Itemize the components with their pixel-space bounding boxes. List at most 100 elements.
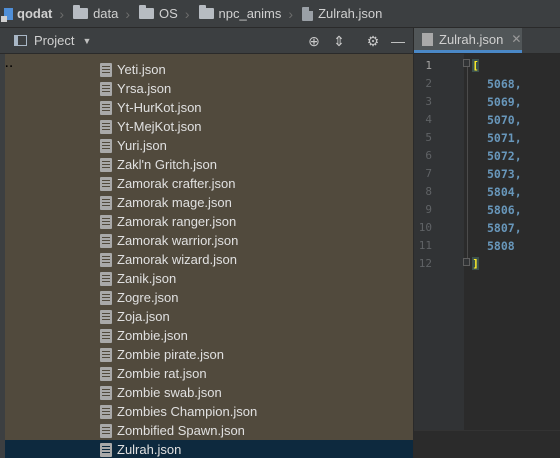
line-number: 4	[425, 113, 432, 126]
breadcrumb-label: npc_anims	[218, 6, 282, 21]
tree-item[interactable]: Zamorak mage.json	[5, 193, 413, 212]
line-number: 1	[425, 59, 432, 72]
breadcrumb-item-file[interactable]: Zulrah.json	[300, 6, 384, 21]
close-icon[interactable]: ✕	[511, 32, 521, 46]
tree-item[interactable]: Zakl'n Gritch.json	[5, 155, 413, 174]
tree-item[interactable]: Zombie swab.json	[5, 383, 413, 402]
tree-item-label: Zakl'n Gritch.json	[117, 157, 218, 172]
json-file-icon	[422, 32, 433, 46]
tree-item[interactable]: Zamorak wizard.json	[5, 250, 413, 269]
breadcrumb-item-data[interactable]: data	[71, 5, 120, 21]
code-editor[interactable]: 1 2 3 4 5 6 7 8 9 10 11 12 5068, 5069, 5070, 5071, 5072,…	[414, 54, 560, 430]
tree-item-label: Zombie.json	[117, 328, 188, 343]
tree-item[interactable]: Yuri.json	[5, 136, 413, 155]
code-value: 5804,	[487, 185, 522, 199]
tree-item-label: Zombie swab.json	[117, 385, 222, 400]
breadcrumb-label: OS	[159, 6, 178, 21]
tree-item[interactable]: Zombie pirate.json	[5, 345, 413, 364]
collapse-icon[interactable]: ⇕	[328, 28, 350, 54]
fold-close-icon[interactable]	[463, 258, 470, 266]
tree-item[interactable]: Zombified Spawn.json	[5, 421, 413, 440]
breadcrumb-item-npc-anims[interactable]: npc_anims	[197, 5, 284, 21]
tab-zulrah-json[interactable]: Zulrah.json ✕	[414, 28, 522, 53]
project-tree[interactable]: ... Yeti.json Yrsa.json Yt-HurKot.json Yt-M…	[0, 54, 413, 458]
project-icon	[14, 35, 27, 46]
tree-item[interactable]: Zulrah.json	[5, 440, 413, 458]
line-number: 12	[418, 257, 432, 270]
line-number: 7	[425, 167, 432, 180]
crosshair-icon[interactable]: ⊕	[303, 28, 325, 54]
line-number: 3	[425, 95, 432, 108]
json-file-icon	[100, 100, 112, 115]
tree-item[interactable]: Zanik.json	[5, 269, 413, 288]
line-number: 5	[425, 131, 432, 144]
tab-label: Zulrah.json	[439, 31, 504, 47]
editor-tab-bar: Zulrah.json ✕	[414, 28, 560, 54]
json-file-icon	[100, 233, 112, 248]
project-root-icon	[1, 7, 13, 22]
chevron-right-icon: ›	[184, 5, 190, 22]
folder-icon	[139, 5, 155, 19]
json-file-icon	[100, 119, 112, 134]
code-value: 5071,	[487, 131, 522, 145]
tree-item-label: Yrsa.json	[117, 81, 172, 96]
json-file-icon	[100, 290, 112, 305]
json-file-icon	[100, 442, 112, 457]
json-file-icon	[100, 138, 112, 153]
tree-item[interactable]: Yt-HurKot.json	[5, 98, 413, 117]
tree-item[interactable]: Zombie.json	[5, 326, 413, 345]
gear-icon[interactable]: ⚙	[362, 28, 384, 54]
chevron-down-icon[interactable]: ▼	[82, 36, 91, 46]
close-bracket: ]	[472, 257, 479, 270]
json-file-icon	[100, 404, 112, 419]
line-number: 2	[425, 77, 432, 90]
line-number: 11	[418, 239, 432, 252]
tree-item-label: Zombified Spawn.json	[117, 423, 245, 438]
minimize-icon[interactable]: —	[387, 28, 409, 54]
tree-item[interactable]: Zamorak warrior.json	[5, 231, 413, 250]
json-file-icon	[100, 309, 112, 324]
tree-item-label: Zamorak wizard.json	[117, 252, 237, 267]
fold-open-icon[interactable]	[463, 59, 470, 67]
project-panel-header: Project ▼ ⊕ ⇕ ⚙ —	[0, 28, 413, 54]
code-value: 5806,	[487, 203, 522, 217]
tree-item[interactable]: Yeti.json	[5, 60, 413, 79]
tree-item[interactable]: Zogre.json	[5, 288, 413, 307]
tree-item[interactable]: Zamorak ranger.json	[5, 212, 413, 231]
tree-item-label: Yt-HurKot.json	[117, 100, 202, 115]
code-value: 5807,	[487, 221, 522, 235]
tree-item[interactable]: Yt-MejKot.json	[5, 117, 413, 136]
line-number: 8	[425, 185, 432, 198]
tree-item[interactable]: Zombies Champion.json	[5, 402, 413, 421]
json-file-icon	[100, 328, 112, 343]
project-view-selector[interactable]: Project	[34, 33, 74, 48]
json-file-icon	[100, 176, 112, 191]
open-bracket: [	[472, 59, 479, 72]
json-file-icon	[100, 366, 112, 381]
json-file-icon	[100, 195, 112, 210]
code-value: 5072,	[487, 149, 522, 163]
breadcrumb-root[interactable]: qodat	[0, 6, 54, 22]
line-number: 6	[425, 149, 432, 162]
json-file-icon	[100, 347, 112, 362]
tree-item-label: Zanik.json	[117, 271, 177, 286]
chevron-right-icon: ›	[59, 5, 65, 22]
json-file-icon	[100, 214, 112, 229]
code-value: 5068,	[487, 77, 522, 91]
tree-item-label: Zombie rat.json	[117, 366, 207, 381]
folder-icon	[73, 5, 89, 19]
chevron-right-icon: ›	[125, 5, 131, 22]
breadcrumb-item-os[interactable]: OS	[137, 5, 180, 21]
code-value: 5073,	[487, 167, 522, 181]
json-file-icon	[302, 6, 314, 21]
editor-bottom-area	[414, 430, 560, 458]
tree-item[interactable]: Zamorak crafter.json	[5, 174, 413, 193]
tree-item-label: Yuri.json	[117, 138, 167, 153]
chevron-right-icon: ›	[288, 5, 294, 22]
tree-item-label: Zombie pirate.json	[117, 347, 224, 362]
tree-item-label: Zoja.json	[117, 309, 170, 324]
tree-item[interactable]: Zoja.json	[5, 307, 413, 326]
tree-item[interactable]: Yrsa.json	[5, 79, 413, 98]
tree-item[interactable]: Zombie rat.json	[5, 364, 413, 383]
tree-item-label: Zogre.json	[117, 290, 179, 305]
